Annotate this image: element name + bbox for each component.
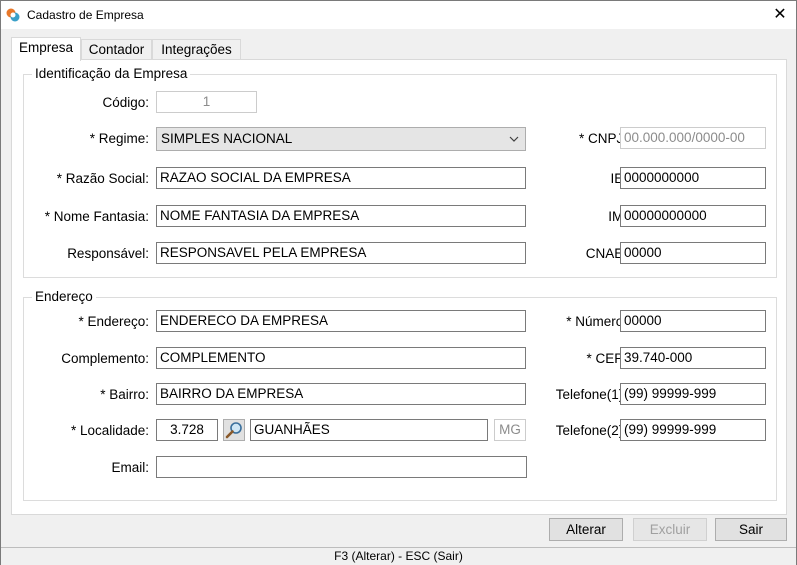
excluir-button[interactable]: Excluir	[633, 518, 707, 541]
app-logo-icon	[6, 8, 20, 22]
magnifier-icon	[225, 422, 242, 439]
telefone1-field[interactable]: (99) 99999-999	[620, 383, 766, 405]
numero-label: * Número:	[566, 314, 627, 329]
cep-field[interactable]: 39.740-000	[620, 347, 766, 369]
telefone2-field[interactable]: (99) 99999-999	[620, 419, 766, 441]
tab-contador[interactable]: Contador	[81, 39, 152, 60]
telefone2-label: Telefone(2):	[555, 423, 627, 438]
bairro-field[interactable]: BAIRRO DA EMPRESA	[156, 383, 526, 405]
bairro-label: * Bairro:	[100, 387, 149, 402]
regime-label: * Regime:	[89, 131, 149, 146]
codigo-field[interactable]: 1	[156, 91, 257, 113]
group-endereco-legend: Endereço	[32, 289, 96, 304]
title-bar: Cadastro de Empresa ✕	[1, 1, 796, 29]
uf-field[interactable]: MG	[494, 419, 526, 441]
im-field[interactable]: 00000000000	[620, 205, 766, 227]
sair-button[interactable]: Sair	[715, 518, 787, 541]
localidade-name-field[interactable]: GUANHÃES	[250, 419, 488, 441]
email-label: Email:	[111, 460, 149, 475]
tab-empresa[interactable]: Empresa	[11, 37, 81, 61]
codigo-label: Código:	[102, 95, 149, 110]
alterar-button[interactable]: Alterar	[549, 518, 623, 541]
close-icon[interactable]: ✕	[767, 4, 793, 26]
numero-field[interactable]: 00000	[620, 310, 766, 332]
window-title: Cadastro de Empresa	[27, 8, 144, 22]
nome-fantasia-field[interactable]: NOME FANTASIA DA EMPRESA	[156, 205, 526, 227]
nome-fantasia-label: * Nome Fantasia:	[44, 209, 149, 224]
regime-select[interactable]: SIMPLES NACIONAL	[156, 127, 526, 151]
cnpj-field[interactable]: 00.000.000/0000-00	[620, 127, 766, 149]
endereco-label: * Endereço:	[78, 314, 149, 329]
window: Cadastro de Empresa ✕ Empresa Contador I…	[0, 0, 797, 565]
complemento-field[interactable]: COMPLEMENTO	[156, 347, 526, 369]
localidade-label: * Localidade:	[70, 423, 149, 438]
responsavel-field[interactable]: RESPONSAVEL PELA EMPRESA	[156, 242, 526, 264]
telefone1-label: Telefone(1):	[555, 387, 627, 402]
cnae-field[interactable]: 00000	[620, 242, 766, 264]
responsavel-label: Responsável:	[67, 246, 149, 261]
endereco-field[interactable]: ENDERECO DA EMPRESA	[156, 310, 526, 332]
ie-field[interactable]: 0000000000	[620, 167, 766, 189]
group-identificacao-legend: Identificação da Empresa	[32, 66, 191, 81]
status-bar: F3 (Alterar) - ESC (Sair)	[1, 547, 796, 565]
localidade-code-field[interactable]: 3.728	[156, 419, 218, 441]
regime-value: SIMPLES NACIONAL	[161, 131, 293, 146]
localidade-search-button[interactable]	[223, 419, 245, 441]
chevron-down-icon	[509, 128, 519, 158]
razao-social-label: * Razão Social:	[56, 171, 149, 186]
tab-panel-empresa: Identificação da Empresa Código: 1 * Reg…	[11, 59, 787, 515]
email-field[interactable]	[156, 456, 527, 478]
razao-social-field[interactable]: RAZAO SOCIAL DA EMPRESA	[156, 167, 526, 189]
tab-integracoes[interactable]: Integrações	[152, 39, 241, 60]
complemento-label: Complemento:	[61, 351, 149, 366]
